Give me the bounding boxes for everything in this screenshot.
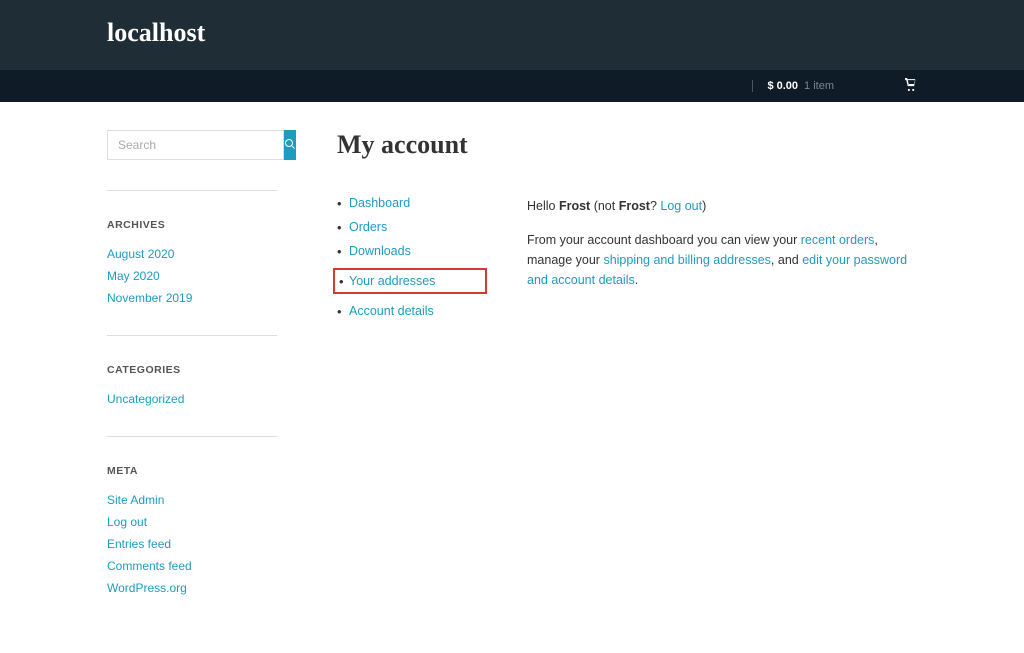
cart-icon[interactable] (904, 78, 917, 94)
meta-link[interactable]: Comments feed (107, 559, 192, 573)
nav-link[interactable]: Account details (349, 304, 434, 318)
username: Frost (619, 199, 650, 213)
search-icon (284, 138, 296, 153)
dashboard-content: Hello Frost (not Frost? Log out) From yo… (527, 196, 917, 328)
account-nav-item-addresses: Your addresses (333, 268, 487, 294)
search-button[interactable] (284, 130, 296, 160)
content-area: My account Dashboard Orders Downloads Yo… (337, 130, 917, 625)
search-form (107, 130, 277, 160)
archive-link[interactable]: November 2019 (107, 291, 192, 305)
widget-meta: META Site Admin Log out Entries feed Com… (107, 436, 277, 595)
account-nav-item-downloads: Downloads (337, 244, 477, 258)
recent-orders-link[interactable]: recent orders (801, 233, 875, 247)
logout-link[interactable]: Log out (660, 199, 702, 213)
greeting-text: Hello Frost (not Frost? Log out) (527, 196, 917, 216)
cart-summary[interactable]: $ 0.00 1 item (752, 80, 834, 92)
site-header: localhost (0, 0, 1024, 70)
nav-link[interactable]: Your addresses (349, 274, 435, 288)
cart-price: $ 0.00 (767, 80, 798, 92)
category-link[interactable]: Uncategorized (107, 392, 184, 406)
page-title: My account (337, 130, 917, 160)
widget-archives: ARCHIVES August 2020 May 2020 November 2… (107, 190, 277, 305)
sidebar: ARCHIVES August 2020 May 2020 November 2… (107, 130, 277, 625)
dashboard-description: From your account dashboard you can view… (527, 230, 917, 290)
nav-link[interactable]: Downloads (349, 244, 411, 258)
meta-link[interactable]: Log out (107, 515, 147, 529)
username: Frost (559, 199, 590, 213)
widget-categories: CATEGORIES Uncategorized (107, 335, 277, 406)
account-nav: Dashboard Orders Downloads Your addresse… (337, 196, 477, 318)
archive-link[interactable]: August 2020 (107, 247, 174, 261)
cart-item-count: 1 item (804, 80, 834, 92)
account-nav-item-details: Account details (337, 304, 477, 318)
nav-link[interactable]: Dashboard (349, 196, 410, 210)
site-title[interactable]: localhost (107, 18, 917, 48)
nav-link[interactable]: Orders (349, 220, 387, 234)
widget-title-archives: ARCHIVES (107, 219, 277, 231)
widget-title-meta: META (107, 465, 277, 477)
top-bar: $ 0.00 1 item (0, 70, 1024, 102)
meta-link[interactable]: Site Admin (107, 493, 164, 507)
account-nav-item-orders: Orders (337, 220, 477, 234)
meta-link[interactable]: Entries feed (107, 537, 171, 551)
addresses-link[interactable]: shipping and billing addresses (603, 253, 770, 267)
search-input[interactable] (107, 130, 284, 160)
archive-link[interactable]: May 2020 (107, 269, 160, 283)
account-nav-item-dashboard: Dashboard (337, 196, 477, 210)
meta-link[interactable]: WordPress.org (107, 581, 187, 595)
widget-title-categories: CATEGORIES (107, 364, 277, 376)
